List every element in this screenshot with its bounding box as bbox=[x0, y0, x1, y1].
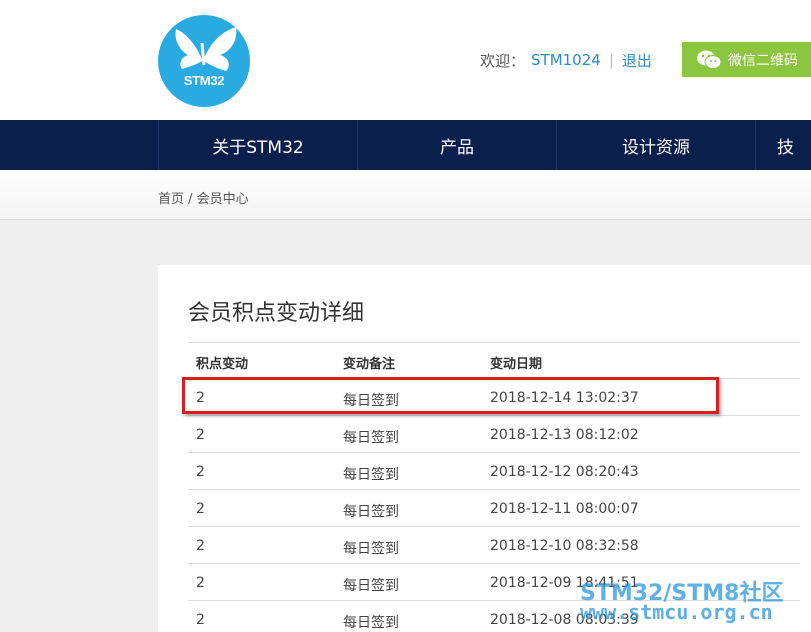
breadcrumb[interactable]: 首页 / 会员中心 bbox=[158, 188, 249, 207]
site-header: STM32 欢迎： STM1024 | 退出 微信二维码 bbox=[0, 0, 811, 120]
table-row: 2 每日签到 2018-12-10 08:32:58 bbox=[188, 527, 800, 564]
nav-item-products[interactable]: 产品 bbox=[357, 120, 556, 170]
cell-points: 2 bbox=[196, 538, 205, 554]
nav-item-about[interactable]: 关于STM32 bbox=[158, 120, 357, 170]
cell-date: 2018-12-11 08:00:07 bbox=[490, 501, 639, 517]
user-area: 欢迎： STM1024 | 退出 bbox=[480, 50, 652, 70]
column-header-points: 积点变动 bbox=[196, 357, 249, 372]
nav-item-design-resources[interactable]: 设计资源 bbox=[556, 120, 755, 170]
cell-points: 2 bbox=[196, 612, 205, 628]
cell-remark: 每日签到 bbox=[343, 615, 399, 631]
welcome-label: 欢迎： bbox=[480, 51, 526, 70]
main-nav: 关于STM32 产品 设计资源 技 bbox=[0, 120, 811, 170]
cell-remark: 每日签到 bbox=[343, 467, 399, 483]
logo-text: STM32 bbox=[183, 73, 225, 88]
cell-points: 2 bbox=[196, 427, 205, 443]
wechat-icon bbox=[697, 50, 722, 69]
cell-points: 2 bbox=[196, 501, 205, 517]
cell-remark: 每日签到 bbox=[343, 393, 399, 409]
table-row: 2 每日签到 2018-12-14 13:02:37 bbox=[188, 379, 800, 416]
cell-points: 2 bbox=[196, 390, 205, 406]
column-header-date: 变动日期 bbox=[490, 357, 543, 372]
table-header: 积点变动 变动备注 变动日期 bbox=[188, 342, 800, 379]
cell-date: 2018-12-13 08:12:02 bbox=[490, 427, 639, 443]
nav-item-tech[interactable]: 技 bbox=[755, 120, 811, 170]
cell-date: 2018-12-14 13:02:37 bbox=[490, 390, 639, 406]
stm32-logo[interactable]: STM32 bbox=[158, 15, 250, 107]
table-row: 2 每日签到 2018-12-11 08:00:07 bbox=[188, 490, 800, 527]
username-link[interactable]: STM1024 bbox=[531, 51, 601, 69]
cell-points: 2 bbox=[196, 464, 205, 480]
separator: | bbox=[608, 51, 614, 69]
column-header-remark: 变动备注 bbox=[343, 357, 396, 372]
cell-date: 2018-12-10 08:32:58 bbox=[490, 538, 639, 554]
wechat-label: 微信二维码 bbox=[728, 52, 798, 69]
page-title: 会员积点变动详细 bbox=[188, 301, 365, 326]
watermark-url: www.stmcu.org.cn bbox=[580, 600, 773, 624]
logout-link[interactable]: 退出 bbox=[622, 50, 652, 71]
wechat-qrcode-button[interactable]: 微信二维码 bbox=[682, 42, 811, 77]
table-row: 2 每日签到 2018-12-13 08:12:02 bbox=[188, 416, 800, 453]
table-row: 2 每日签到 2018-12-12 08:20:43 bbox=[188, 453, 800, 490]
cell-points: 2 bbox=[196, 575, 205, 591]
cell-remark: 每日签到 bbox=[343, 504, 399, 520]
cell-date: 2018-12-12 08:20:43 bbox=[490, 464, 639, 480]
cell-remark: 每日签到 bbox=[343, 578, 399, 594]
cell-remark: 每日签到 bbox=[343, 430, 399, 446]
cell-remark: 每日签到 bbox=[343, 541, 399, 557]
breadcrumb-bar: 首页 / 会员中心 bbox=[0, 170, 811, 220]
butterfly-icon bbox=[175, 27, 237, 71]
